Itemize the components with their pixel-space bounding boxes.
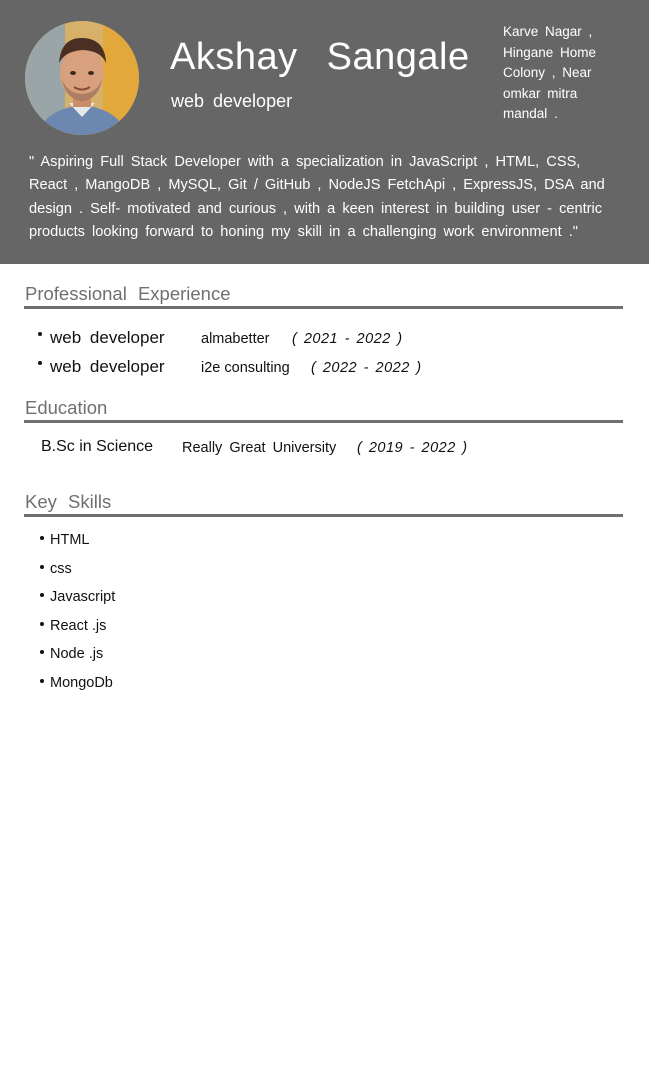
candidate-role: web developer [171,91,293,111]
skill-label: Node .js [50,646,104,662]
education-divider [24,420,623,423]
skills-heading: Key Skills [25,491,112,512]
bullet-icon [40,622,44,626]
bullet-icon [40,593,44,597]
experience-role: web developer [50,357,165,376]
candidate-name: Akshay Sangale [170,36,470,78]
experience-company: i2e consulting [201,360,290,376]
education-heading: Education [25,397,108,418]
bullet-icon [40,650,44,654]
education-dates: ( 2019 - 2022 ) [357,440,468,456]
bullet-icon [40,565,44,569]
bullet-icon [40,679,44,683]
skill-label: Javascript [50,589,116,605]
skill-label: css [50,561,72,577]
profile-photo [25,21,139,135]
education-school: Really Great University [182,440,337,456]
experience-company: almabetter [201,331,270,347]
skills-divider [24,514,623,517]
experience-dates: ( 2022 - 2022 ) [311,360,422,376]
skill-label: HTML [50,532,90,548]
resume-header: Akshay Sangale web developer Karve Nagar… [0,0,649,264]
skill-label: MongoDb [50,675,113,691]
bullet-icon [40,536,44,540]
bullet-icon [38,332,42,336]
experience-heading: Professional Experience [25,283,231,304]
education-degree: B.Sc in Science [41,438,154,455]
experience-dates: ( 2021 - 2022 ) [292,331,403,347]
candidate-address: Karve Nagar , Hingane Home Colony , Near… [503,24,597,121]
experience-role: web developer [50,328,165,347]
skill-label: React .js [50,618,107,634]
experience-divider [24,306,623,309]
profile-photo-image [25,21,139,135]
bullet-icon [38,361,42,365]
candidate-summary: " Aspiring Full Stack Developer with a s… [29,154,605,241]
